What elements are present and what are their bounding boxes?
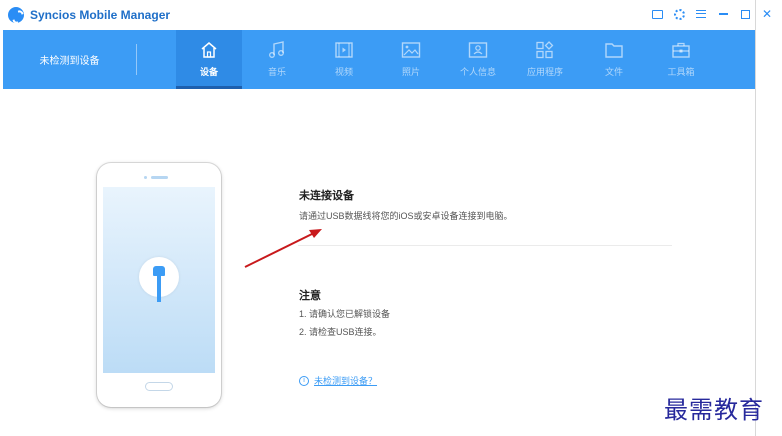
watermark: 最需教育 bbox=[664, 396, 764, 424]
annotation-arrow bbox=[244, 229, 322, 268]
